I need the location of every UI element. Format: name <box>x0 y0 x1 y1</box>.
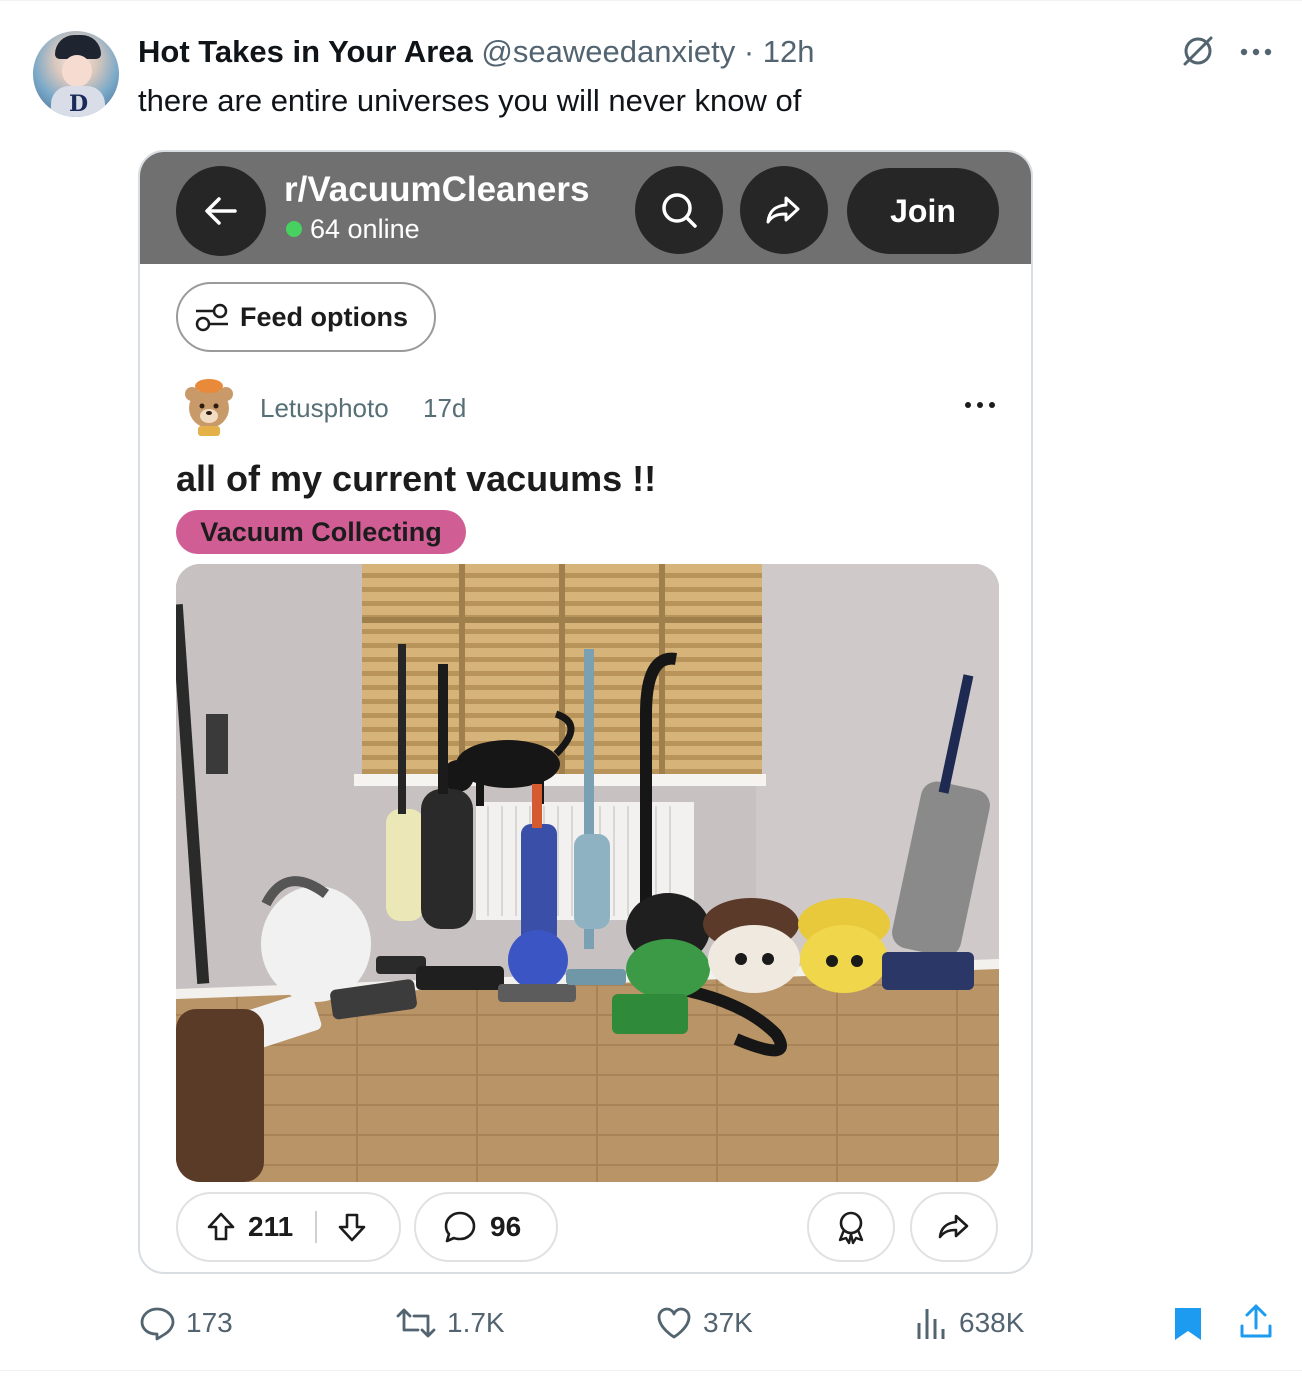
search-icon <box>662 193 697 228</box>
vote-pill: 211 <box>176 1192 401 1262</box>
like-count: 37K <box>703 1307 753 1338</box>
join-button[interactable]: Join <box>847 168 999 254</box>
repost-icon <box>396 1308 436 1338</box>
author-handle[interactable]: @seaweedanxiety <box>481 34 735 69</box>
bottom-divider <box>0 1370 1302 1371</box>
top-divider <box>0 0 1302 1</box>
meta-separator: · <box>743 34 755 69</box>
repost-count: 1.7K <box>447 1307 505 1338</box>
author-name[interactable]: Hot Takes in Your Area <box>138 34 473 69</box>
bear-avatar-icon <box>185 379 233 436</box>
back-arrow-icon <box>205 197 237 225</box>
subreddit-header: r/VacuumCleaners 64 online Join <box>140 152 1031 264</box>
repost-button[interactable]: 1.7K <box>395 1303 505 1343</box>
avatar-emblem: D <box>69 91 89 117</box>
grok-icon[interactable] <box>1180 33 1216 69</box>
award-button[interactable] <box>807 1192 895 1262</box>
upvote-count: 211 <box>248 1211 294 1242</box>
reply-count: 173 <box>186 1307 233 1338</box>
header-share-button[interactable] <box>740 166 828 254</box>
feed-options-label: Feed options <box>240 301 408 332</box>
embedded-screenshot[interactable]: r/VacuumCleaners 64 online Join Feed opt… <box>138 150 1033 1274</box>
post-share-icon <box>938 1214 969 1239</box>
views-count: 638K <box>959 1307 1025 1338</box>
comments-button[interactable]: 96 <box>414 1192 558 1262</box>
like-icon <box>657 1307 691 1339</box>
reply-button[interactable]: 173 <box>138 1303 233 1343</box>
search-button[interactable] <box>635 166 723 254</box>
post-image[interactable] <box>176 564 999 1182</box>
poster-avatar[interactable] <box>176 372 242 438</box>
bookmark-icon[interactable] <box>1172 1306 1204 1342</box>
award-icon <box>838 1211 864 1245</box>
upvote-icon[interactable] <box>204 1210 238 1244</box>
tweet-text: there are entire universes you will neve… <box>138 83 802 118</box>
post-flair[interactable]: Vacuum Collecting <box>176 510 466 554</box>
tweet-author-line: Hot Takes in Your Area @seaweedanxiety ·… <box>138 33 815 71</box>
reply-icon <box>140 1307 175 1341</box>
downvote-icon[interactable] <box>335 1210 369 1244</box>
upload-icon[interactable] <box>1238 1302 1274 1340</box>
online-indicator <box>286 221 302 237</box>
post-title[interactable]: all of my current vacuums !! <box>176 458 656 500</box>
post-age: 17d <box>423 393 467 423</box>
author-avatar[interactable]: D <box>33 31 119 117</box>
poster-username[interactable]: Letusphoto <box>260 392 389 424</box>
comment-count: 96 <box>490 1211 522 1242</box>
filter-icon <box>195 303 228 332</box>
feed-options-button[interactable]: Feed options <box>176 282 436 352</box>
vote-divider <box>315 1211 318 1243</box>
comment-icon <box>444 1211 476 1243</box>
share-icon <box>766 196 800 224</box>
more-icon[interactable] <box>1238 44 1274 60</box>
post-more-icon[interactable] <box>960 398 1000 412</box>
views-button[interactable]: 638K <box>913 1303 1024 1343</box>
online-count: 64 online <box>310 214 420 244</box>
like-button[interactable]: 37K <box>655 1303 753 1343</box>
tweet-time[interactable]: 12h <box>763 34 815 69</box>
post-share-button[interactable] <box>910 1192 998 1262</box>
avatar-face <box>62 55 92 87</box>
back-button[interactable] <box>176 166 266 256</box>
subreddit-name[interactable]: r/VacuumCleaners <box>284 170 589 210</box>
views-icon <box>917 1309 945 1339</box>
vacuum-collection-illustration <box>176 564 999 1182</box>
